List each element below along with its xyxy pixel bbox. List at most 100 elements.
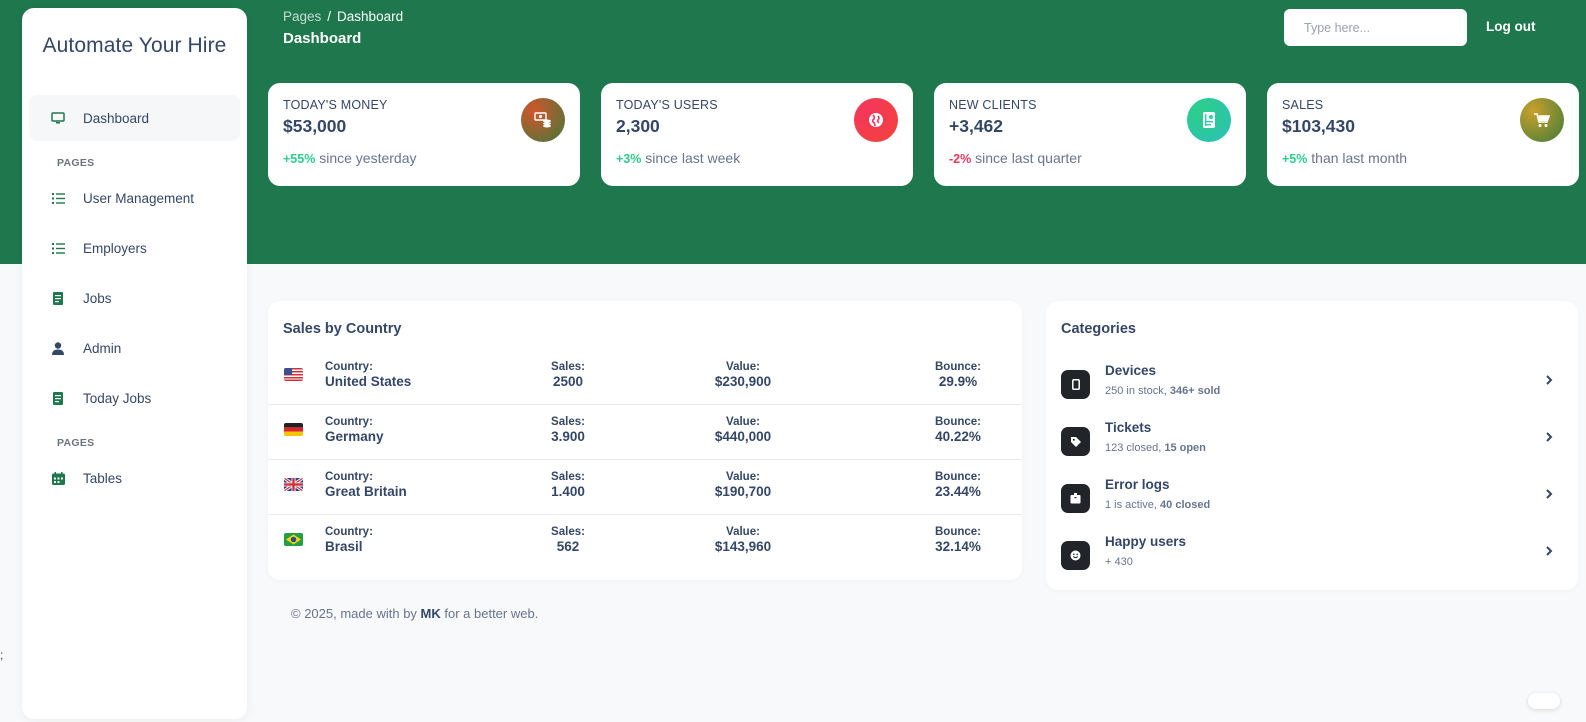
stat-change: +5%	[1282, 152, 1308, 166]
flag-br-icon	[284, 533, 303, 546]
country-name: Germany	[325, 429, 384, 444]
table-row[interactable]: Country: United States Sales: 2500 Value: $…	[268, 350, 1022, 405]
tag-icon	[1061, 427, 1090, 456]
page-title: Dashboard	[283, 30, 362, 47]
stat-card-todays-money: TODAY'S MONEY $53,000 +55% since yesterd…	[268, 83, 580, 186]
calendar-icon	[51, 471, 65, 485]
money-icon	[521, 98, 565, 142]
document-icon	[51, 291, 65, 305]
value-label: Value:	[726, 416, 760, 428]
country-name: United States	[325, 374, 412, 389]
stat-note: than last month	[1307, 150, 1407, 166]
stat-card-new-clients: NEW CLIENTS +3,462 -2% since last quarte…	[934, 83, 1246, 186]
category-description: 123 closed, 15 open	[1105, 442, 1206, 454]
stray-text: ;	[0, 648, 4, 662]
stat-change: +55%	[283, 152, 316, 166]
sidebar-section-label: PAGES	[57, 437, 95, 449]
table-row[interactable]: Country: Great Britain Sales: 1.400 Value:…	[268, 460, 1022, 515]
flag-us-icon	[284, 368, 303, 381]
value-amount: $143,960	[714, 539, 772, 554]
stat-footer: +55% since yesterday	[283, 150, 565, 166]
sales-value: 562	[556, 539, 580, 554]
mobile-icon	[1061, 370, 1090, 399]
breadcrumb-link-pages[interactable]: Pages	[283, 9, 321, 24]
chevron-right-icon[interactable]	[1542, 430, 1556, 444]
brand-title[interactable]: Automate Your Hire	[22, 8, 247, 84]
stat-note: since last week	[641, 150, 741, 166]
sidebar-item-tables[interactable]: Tables	[29, 455, 240, 501]
table-row[interactable]: Country: Brasil Sales: 562 Value: $143,960 …	[268, 515, 1022, 570]
sidebar-nav: Dashboard PAGES User Management Employer…	[22, 95, 247, 501]
panel-title: Categories	[1061, 321, 1136, 337]
bounce-cell: Bounce: 32.14%	[935, 526, 981, 554]
monitor-icon	[51, 111, 65, 125]
list-item-happy-users[interactable]: Happy users + 430	[1061, 534, 1561, 584]
table-row[interactable]: Country: Germany Sales: 3.900 Value: $440,0…	[268, 405, 1022, 460]
flag-de-icon	[284, 423, 303, 436]
sales-cell: Sales: 2500	[551, 361, 585, 389]
footer-author-link[interactable]: MK	[421, 606, 441, 621]
sidebar: Automate Your Hire Dashboard PAGES User …	[22, 8, 247, 719]
country-cell: Country: Germany	[325, 416, 384, 444]
sales-cell: Sales: 3.900	[551, 416, 585, 444]
sidebar-item-jobs[interactable]: Jobs	[29, 275, 240, 321]
country-label: Country:	[325, 416, 373, 428]
bounce-value: 40.22%	[935, 429, 981, 444]
category-name: Tickets	[1105, 420, 1152, 435]
category-description: 1 is active, 40 closed	[1105, 499, 1211, 511]
list-item-tickets[interactable]: Tickets 123 closed, 15 open	[1061, 420, 1561, 470]
value-label: Value:	[726, 471, 760, 483]
stat-note: since yesterday	[315, 150, 417, 166]
category-name: Error logs	[1105, 477, 1170, 492]
sidebar-item-admin[interactable]: Admin	[29, 325, 240, 371]
value-label: Value:	[726, 361, 760, 373]
country-label: Country:	[325, 361, 373, 373]
flag-gb-icon	[284, 478, 303, 491]
country-name: Great Britain	[325, 484, 407, 499]
categories-panel: Categories Devices 250 in stock, 346+ so…	[1046, 301, 1578, 590]
breadcrumb: Pages / Dashboard	[283, 9, 403, 24]
list-icon	[51, 241, 65, 255]
list-item-devices[interactable]: Devices 250 in stock, 346+ sold	[1061, 363, 1561, 413]
sales-label: Sales:	[551, 416, 585, 428]
value-cell: Value: $143,960	[715, 526, 771, 554]
footer-suffix: for a better web.	[440, 606, 539, 621]
bounce-label: Bounce:	[935, 416, 981, 428]
stat-change: -2%	[949, 152, 972, 166]
chevron-right-icon[interactable]	[1542, 487, 1556, 501]
chevron-right-icon[interactable]	[1542, 373, 1556, 387]
document-icon	[1187, 98, 1231, 142]
bounce-value: 29.9%	[938, 374, 978, 389]
bounce-label: Bounce:	[935, 361, 981, 373]
sidebar-item-label: Tables	[83, 470, 123, 486]
bounce-value: 32.14%	[935, 539, 981, 554]
sales-label: Sales:	[551, 361, 585, 373]
chevron-right-icon[interactable]	[1542, 544, 1556, 558]
bounce-cell: Bounce: 40.22%	[935, 416, 981, 444]
settings-toggle-button[interactable]	[1528, 693, 1560, 709]
logout-button[interactable]: Log out	[1486, 19, 1535, 34]
stat-footer: -2% since last quarter	[949, 150, 1231, 166]
sidebar-item-employers[interactable]: Employers	[29, 225, 240, 271]
search-input[interactable]	[1284, 9, 1467, 46]
sidebar-item-label: Dashboard	[83, 110, 150, 126]
country-cell: Country: Brasil	[325, 526, 373, 554]
user-icon	[51, 341, 65, 355]
sidebar-item-dashboard[interactable]: Dashboard	[29, 95, 240, 141]
bounce-cell: Bounce: 29.9%	[935, 361, 981, 389]
sidebar-item-label: Today Jobs	[83, 390, 152, 406]
sidebar-item-label: Jobs	[83, 290, 112, 306]
category-description: 250 in stock, 346+ sold	[1105, 385, 1221, 397]
country-cell: Country: United States	[325, 361, 411, 389]
sidebar-item-today-jobs[interactable]: Today Jobs	[29, 375, 240, 421]
document-icon	[51, 391, 65, 405]
list-item-error-logs[interactable]: Error logs 1 is active, 40 closed	[1061, 477, 1561, 527]
sales-by-country-panel: Sales by Country Country: United States S…	[268, 301, 1022, 580]
footer-copyright: © 2025, made with by MK for a better web…	[291, 606, 538, 621]
sidebar-item-user-management[interactable]: User Management	[29, 175, 240, 221]
stat-card-sales: SALES $103,430 +5% than last month	[1267, 83, 1579, 186]
sidebar-item-label: Employers	[83, 240, 147, 256]
category-name: Happy users	[1105, 534, 1187, 549]
sales-value: 1.400	[551, 484, 585, 499]
value-label: Value:	[726, 526, 760, 538]
